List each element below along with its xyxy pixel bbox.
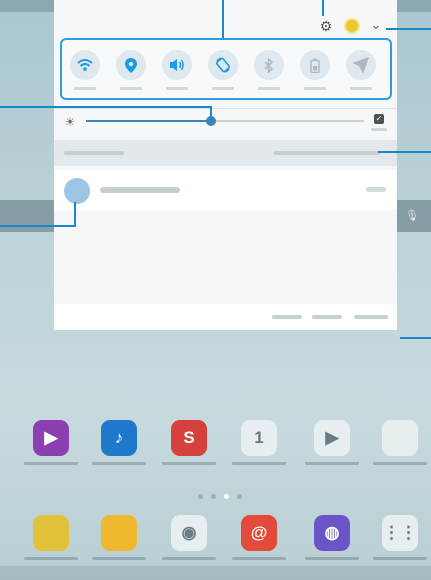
wifi-toggle[interactable] xyxy=(70,50,100,80)
apps-grid-icon[interactable]: ⋮⋮ xyxy=(382,515,418,551)
notification-card[interactable] xyxy=(54,170,397,210)
brightness-slider-fill xyxy=(86,120,211,122)
wifi-icon xyxy=(77,59,93,71)
bluetooth-toggle[interactable] xyxy=(254,50,284,80)
play-store-icon[interactable]: ▶ xyxy=(314,420,350,456)
quick-settings-panel xyxy=(60,38,392,100)
auto-rotate-label xyxy=(212,87,234,90)
block-notifications-button[interactable] xyxy=(272,315,302,319)
callout-brightness-left xyxy=(0,106,212,108)
avatar[interactable] xyxy=(344,18,360,34)
panel-header: ⚙ ⌄ xyxy=(54,6,397,40)
app-label xyxy=(373,557,427,560)
bluetooth-icon xyxy=(264,57,274,73)
navigation-bar xyxy=(0,566,431,580)
ticker-action[interactable] xyxy=(274,151,380,155)
ticker-title xyxy=(64,151,124,155)
page-indicator xyxy=(198,494,248,500)
notification-title xyxy=(100,187,180,193)
location-label xyxy=(120,87,142,90)
clear-button[interactable] xyxy=(354,315,388,319)
app-label xyxy=(162,462,216,465)
app-label xyxy=(232,462,286,465)
app-label xyxy=(162,557,216,560)
app-label xyxy=(305,462,359,465)
wifi-label xyxy=(74,87,96,90)
auto-brightness-label xyxy=(371,128,387,131)
app-label xyxy=(373,462,427,465)
notification-ticker-bar[interactable] xyxy=(54,140,397,166)
app-label xyxy=(92,557,146,560)
gallery-icon[interactable] xyxy=(101,515,137,551)
location-pin-icon xyxy=(125,57,137,73)
app-label xyxy=(92,462,146,465)
power-saving-toggle[interactable] xyxy=(300,50,330,80)
google-folder-icon[interactable] xyxy=(382,420,418,456)
camera-icon[interactable]: ◉ xyxy=(171,515,207,551)
video-icon[interactable]: ▶ xyxy=(33,420,69,456)
internet-icon[interactable]: ◍ xyxy=(314,515,350,551)
email-icon[interactable]: @ xyxy=(241,515,277,551)
callout-brightness-down xyxy=(210,106,212,122)
brightness-auto-icon: ☀ xyxy=(64,115,76,129)
s-planner-icon[interactable]: S xyxy=(171,420,207,456)
app-label xyxy=(232,557,286,560)
callout-ticker-right xyxy=(378,151,431,153)
rotate-icon xyxy=(215,57,231,73)
app-label xyxy=(24,462,78,465)
edit-button[interactable] xyxy=(312,315,342,319)
notification-app-icon[interactable] xyxy=(64,178,90,204)
airplane-label xyxy=(350,87,372,90)
page-dot xyxy=(211,494,216,499)
auto-brightness-checkbox[interactable]: ✓ xyxy=(374,114,384,124)
brightness-slider[interactable] xyxy=(86,116,364,126)
chevron-down-icon[interactable]: ⌄ xyxy=(368,17,384,33)
calendar-icon[interactable]: 1 xyxy=(241,420,277,456)
airplane-icon xyxy=(353,57,369,73)
power-saving-label xyxy=(304,87,326,90)
callout-clear-right xyxy=(400,337,431,339)
app-label xyxy=(24,557,78,560)
battery-icon xyxy=(310,58,320,73)
airplane-toggle[interactable] xyxy=(346,50,376,80)
location-toggle[interactable] xyxy=(116,50,146,80)
page-dot xyxy=(198,494,203,499)
auto-rotate-toggle[interactable] xyxy=(208,50,238,80)
app-label xyxy=(305,557,359,560)
page-dot-active xyxy=(224,494,229,499)
volume-icon xyxy=(170,59,184,71)
music-icon[interactable]: ♪ xyxy=(101,420,137,456)
screenshot-root: 🎙 1@⚙⟳ ▶♪S1▶ ◉@◍⋮⋮ ⚙ ⌄ xyxy=(0,0,431,580)
callout-expand-right xyxy=(386,28,431,30)
callout-notification-up xyxy=(74,202,76,226)
sound-label xyxy=(166,87,188,90)
gear-icon[interactable]: ⚙ xyxy=(318,18,334,34)
date-label xyxy=(64,18,194,28)
sound-toggle[interactable] xyxy=(162,50,192,80)
page-dot xyxy=(237,494,242,499)
memo-icon[interactable] xyxy=(33,515,69,551)
divider xyxy=(54,108,397,109)
bluetooth-label xyxy=(258,87,280,90)
callout-notification-left xyxy=(0,225,76,227)
microphone-icon[interactable]: 🎙 xyxy=(405,209,419,223)
panel-bottom-bar xyxy=(54,304,397,330)
callout-settings-top xyxy=(322,0,324,16)
notification-time xyxy=(366,187,386,192)
callout-quick-settings-top xyxy=(222,0,224,38)
